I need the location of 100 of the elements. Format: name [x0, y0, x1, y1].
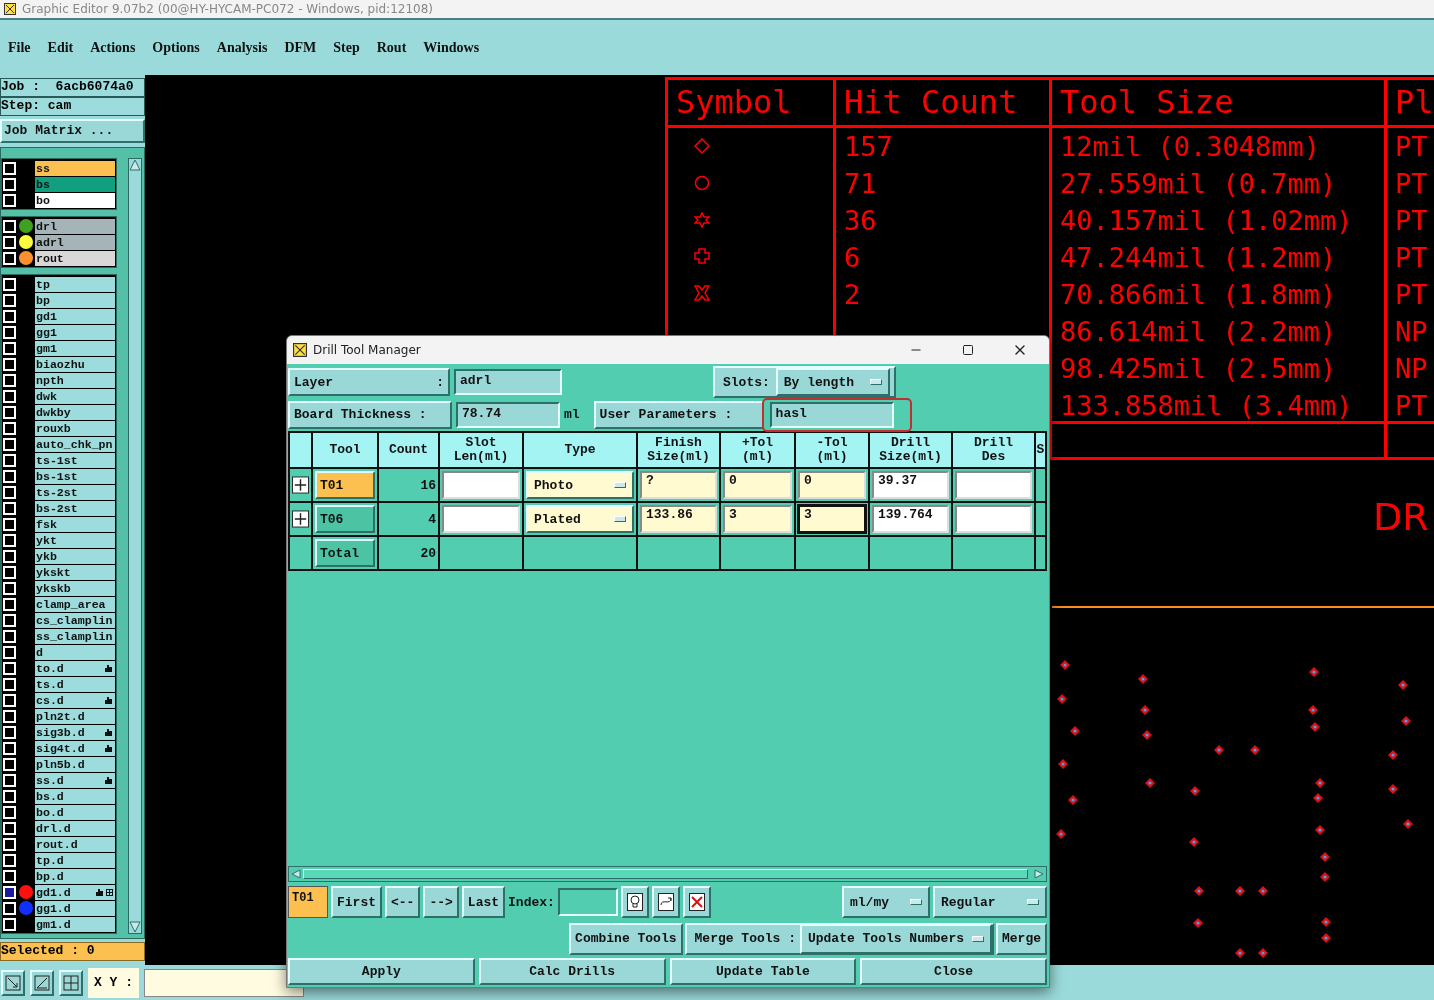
- layer-name: sig4t.d: [36, 741, 85, 755]
- layer-name-cell[interactable]: tp.d: [35, 852, 116, 868]
- layer-name-cell[interactable]: dwk: [35, 388, 116, 404]
- user-parameters-field[interactable]: hasl: [769, 401, 894, 428]
- layer-name-cell[interactable]: rouxb: [35, 420, 116, 436]
- layer-name: adrl: [36, 235, 64, 249]
- type-dropdown[interactable]: Photo: [526, 471, 634, 499]
- input-field[interactable]: 0: [723, 471, 792, 499]
- layer-name-cell[interactable]: drl.d: [35, 820, 116, 836]
- layer-name-cell[interactable]: ts-1st: [35, 452, 116, 468]
- units-dropdown[interactable]: ml/my: [842, 886, 930, 918]
- merge-tools-label: Merge Tools :: [694, 931, 796, 946]
- layer-name-cell[interactable]: ykskt: [35, 564, 116, 580]
- layer-name-cell[interactable]: cs.d: [35, 692, 116, 708]
- layer-name-cell[interactable]: bs: [35, 176, 116, 192]
- layer-name-cell[interactable]: drl: [35, 218, 116, 234]
- layer-name-cell[interactable]: gd1.d: [35, 884, 116, 900]
- menu-item[interactable]: DFM: [284, 39, 317, 56]
- thickness-field[interactable]: 78.74: [456, 401, 560, 428]
- layer-name-cell[interactable]: gm1: [35, 340, 116, 356]
- layer-name-cell[interactable]: npth: [35, 372, 116, 388]
- nav-button[interactable]: -->: [423, 886, 459, 918]
- input-field[interactable]: 39.37: [872, 471, 949, 499]
- action-button[interactable]: Apply: [288, 957, 475, 985]
- layer-name: cs.d: [36, 693, 64, 707]
- canvas-label: DR: [1373, 495, 1429, 539]
- input-field[interactable]: 3: [723, 505, 792, 533]
- input-field[interactable]: 133.86: [640, 505, 717, 533]
- layer-name-cell[interactable]: tp: [35, 276, 116, 292]
- plating-type: PT: [1395, 278, 1429, 312]
- plating-type: PT: [1395, 204, 1429, 238]
- layer-name-cell[interactable]: rout.d: [35, 836, 116, 852]
- layer-name-cell[interactable]: gm1.d: [35, 916, 116, 932]
- menu-item[interactable]: Analysis: [216, 39, 268, 56]
- layer-name: fsk: [36, 517, 57, 531]
- layer-name-cell[interactable]: ykb: [35, 548, 116, 564]
- layer-name-cell[interactable]: gg1.d: [35, 900, 116, 916]
- menu-item[interactable]: Actions: [90, 39, 136, 56]
- layer-name-cell[interactable]: sig3b.d: [35, 724, 116, 740]
- column-heading: Symbol: [676, 82, 793, 123]
- layer-name-cell[interactable]: dwkby: [35, 404, 116, 420]
- layer-name-cell[interactable]: ykt: [35, 532, 116, 548]
- job-matrix-button[interactable]: Job Matrix ...: [0, 118, 145, 144]
- menu-item[interactable]: Windows: [423, 39, 480, 56]
- layer-name: ts-2st: [36, 485, 78, 499]
- action-button[interactable]: Calc Drills: [478, 957, 666, 985]
- layer-name-cell[interactable]: gg1: [35, 324, 116, 340]
- layer-name-cell[interactable]: pln5b.d: [35, 756, 116, 772]
- input-field[interactable]: ?: [640, 471, 717, 499]
- layer-name-cell[interactable]: bs-2st: [35, 500, 116, 516]
- layer-name-cell[interactable]: ss.d: [35, 772, 116, 788]
- layer-name-cell[interactable]: ykskb: [35, 580, 116, 596]
- layer-name-cell[interactable]: ss: [35, 160, 116, 176]
- merge-button[interactable]: Merge: [996, 922, 1047, 955]
- layer-name-cell[interactable]: bs-1st: [35, 468, 116, 484]
- layer-name-cell[interactable]: rout: [35, 250, 116, 266]
- menu-item[interactable]: Rout: [376, 39, 407, 56]
- layer-name-cell[interactable]: bs.d: [35, 788, 116, 804]
- plating-type: PT: [1395, 389, 1429, 421]
- layer-name-cell[interactable]: biaozhu: [35, 356, 116, 372]
- layer-name-cell[interactable]: clamp_area: [35, 596, 116, 612]
- layer-field[interactable]: adrl: [454, 369, 562, 395]
- layer-name-cell[interactable]: d: [35, 644, 116, 660]
- tool-button[interactable]: T01: [315, 471, 375, 499]
- layer-name-cell[interactable]: bp: [35, 292, 116, 308]
- layer-name-cell[interactable]: bp.d: [35, 868, 116, 884]
- layer-name: clamp_area: [36, 597, 106, 611]
- plating-type: PT: [1395, 241, 1429, 275]
- input-field[interactable]: 3: [798, 505, 866, 533]
- layer-name-cell[interactable]: ts.d: [35, 676, 116, 692]
- layer-name-cell[interactable]: bo: [35, 192, 116, 208]
- nav-button[interactable]: First: [331, 886, 382, 918]
- type-dropdown[interactable]: Plated: [526, 505, 634, 533]
- tool-button[interactable]: T06: [315, 505, 375, 533]
- layer-name: bo: [36, 193, 50, 207]
- input-field[interactable]: 0: [798, 471, 866, 499]
- layer-name-cell[interactable]: sig4t.d: [35, 740, 116, 756]
- mode-dropdown[interactable]: Regular: [933, 886, 1047, 918]
- layer-name-cell[interactable]: to.d: [35, 660, 116, 676]
- menu-item[interactable]: File: [8, 39, 31, 56]
- slots-dropdown[interactable]: By length: [775, 368, 890, 396]
- action-button[interactable]: Update Table: [669, 957, 857, 985]
- menu-item[interactable]: Edit: [47, 39, 74, 56]
- combine-tools-button[interactable]: Combine Tools: [569, 922, 683, 955]
- nav-button[interactable]: <--: [385, 886, 421, 918]
- merge-dropdown[interactable]: Update Tools Numbers: [799, 923, 992, 954]
- layer-name-cell[interactable]: gd1: [35, 308, 116, 324]
- layer-name-cell[interactable]: ts-2st: [35, 484, 116, 500]
- layer-name: biaozhu: [36, 357, 85, 371]
- column-heading: +Tol (ml): [721, 433, 794, 467]
- menu-item[interactable]: Step: [333, 39, 360, 56]
- input-field[interactable]: 139.764: [872, 505, 949, 533]
- layer-name-cell[interactable]: bo.d: [35, 804, 116, 820]
- menu-item[interactable]: Options: [152, 39, 200, 56]
- total-button[interactable]: Total: [315, 539, 375, 567]
- nav-button[interactable]: Last: [461, 886, 506, 918]
- layer-name-cell[interactable]: adrl: [35, 234, 116, 250]
- action-button[interactable]: Close: [860, 957, 1047, 985]
- layer-name-cell[interactable]: pln2t.d: [35, 708, 116, 724]
- layer-name-cell[interactable]: fsk: [35, 516, 116, 532]
